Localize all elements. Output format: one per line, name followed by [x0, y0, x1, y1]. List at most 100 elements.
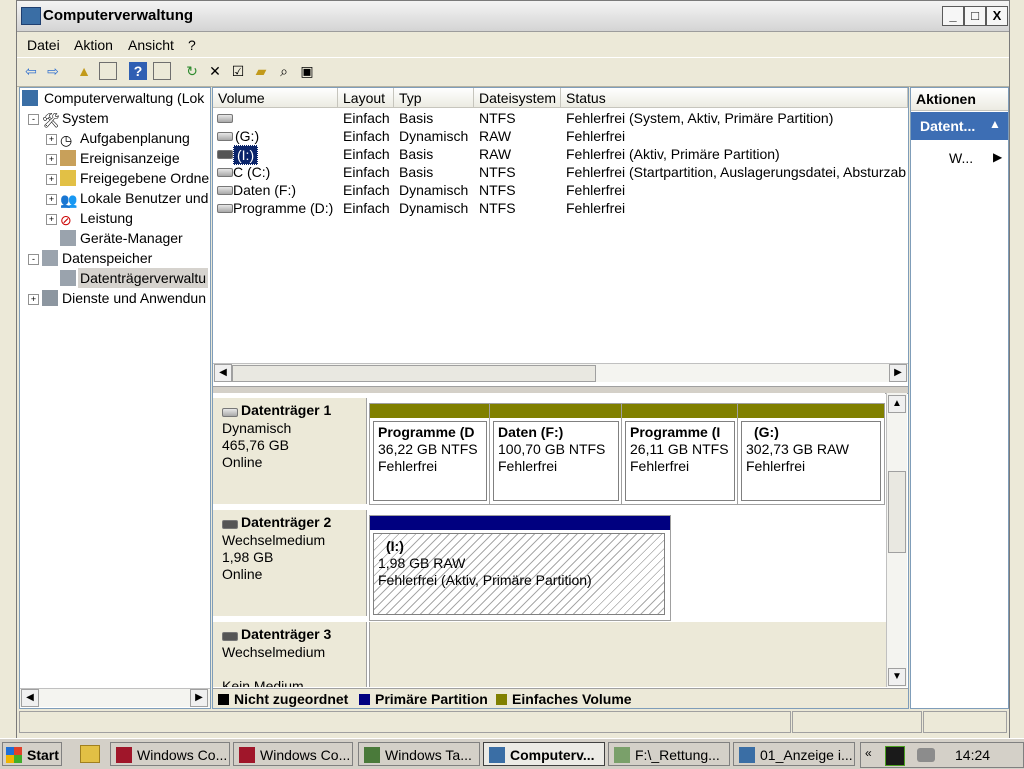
scroll-down-icon[interactable]: ▼ [888, 668, 906, 686]
cell-typ: Basis [399, 146, 434, 162]
title-bar[interactable]: Computerverwaltung _ □ X [17, 1, 1009, 32]
maximize-button[interactable]: □ [964, 6, 986, 26]
menu-ansicht[interactable]: Ansicht [128, 37, 174, 53]
expand-icon[interactable]: + [46, 194, 57, 205]
cell-volume: C (C:) [233, 164, 271, 180]
refresh-icon[interactable]: ↻ [183, 62, 201, 80]
disk-3-label[interactable]: Datenträger 3 Wechselmedium Kein Medium [213, 622, 367, 687]
menu-aktion[interactable]: Aktion [74, 37, 113, 53]
partition-body-selected: (I:) 1,98 GB RAW Fehlerfrei (Aktiv, Prim… [373, 533, 665, 615]
clock[interactable]: 14:24 [955, 747, 990, 763]
up-folder-icon[interactable]: ▲ [75, 62, 93, 80]
back-arrow-icon[interactable]: ⇦ [22, 62, 40, 80]
expand-icon[interactable]: + [46, 134, 57, 145]
task-anzeige[interactable]: 01_Anzeige i... [733, 742, 855, 766]
computer-icon [22, 90, 38, 106]
collapse-icon[interactable]: - [28, 114, 39, 125]
view-icon[interactable] [153, 62, 171, 80]
table-row[interactable]: Einfach Basis NTFS Fehlerfrei (System, A… [213, 109, 908, 127]
cell-status: Fehlerfrei (System, Aktiv, Primäre Parti… [566, 110, 834, 126]
tree-item-geraete-manager[interactable]: Geräte-Manager [22, 228, 208, 248]
settings-icon[interactable]: ▣ [298, 62, 316, 80]
column-typ[interactable]: Typ [394, 88, 474, 108]
tray-expand-icon[interactable]: « [865, 746, 872, 760]
app-icon [116, 747, 132, 763]
partition-g[interactable]: (G:) 302,73 GB RAW Fehlerfrei [737, 403, 885, 505]
properties-icon[interactable]: ☑ [229, 62, 247, 80]
column-dateisystem[interactable]: Dateisystem [474, 88, 561, 108]
disk-view-vertical-scrollbar[interactable]: ▲ ▼ [886, 393, 907, 687]
tree-item-lokale-benutzer[interactable]: + 👥 Lokale Benutzer und [22, 188, 208, 208]
minimize-button[interactable]: _ [942, 6, 964, 26]
column-status[interactable]: Status [561, 88, 908, 108]
show-hide-tree-icon[interactable] [99, 62, 117, 80]
task-computerverwaltung[interactable]: Computerv... [483, 742, 605, 766]
disk-2-label[interactable]: Datenträger 2 Wechselmedium 1,98 GB Onli… [213, 510, 367, 616]
scroll-right-icon[interactable]: ▶ [889, 364, 907, 382]
task-windows-co-2[interactable]: Windows Co... [233, 742, 353, 766]
column-volume[interactable]: Volume [213, 88, 338, 108]
cell-typ: Dynamisch [399, 128, 469, 144]
search-icon[interactable]: ⌕ [275, 62, 293, 80]
tray-app-icon[interactable] [885, 746, 905, 766]
tree-item-aufgabenplanung[interactable]: + ◷ Aufgabenplanung [22, 128, 208, 148]
disk-layout-view: Datenträger 1 Dynamisch 465,76 GB Online… [213, 393, 886, 687]
tree-item-datenspeicher[interactable]: - Datenspeicher [22, 248, 208, 268]
collapse-arrow-icon[interactable]: ▲ [989, 117, 1001, 131]
actions-section-header[interactable]: Datent... ▲ [911, 112, 1008, 140]
scroll-left-icon[interactable]: ◀ [21, 689, 39, 707]
help-icon[interactable]: ? [129, 62, 147, 80]
quick-launch-folder-icon[interactable] [80, 745, 100, 763]
disk-1-label[interactable]: Datenträger 1 Dynamisch 465,76 GB Online [213, 398, 367, 504]
cell-typ: Dynamisch [399, 182, 469, 198]
scroll-right-icon[interactable]: ▶ [190, 689, 208, 707]
task-rettung[interactable]: F:\_Rettung... [608, 742, 730, 766]
tree-item-leistung[interactable]: + ⊘ Leistung [22, 208, 208, 228]
close-button[interactable]: X [986, 6, 1008, 26]
scroll-up-icon[interactable]: ▲ [888, 395, 906, 413]
forward-arrow-icon[interactable]: ⇨ [44, 62, 62, 80]
scroll-thumb[interactable] [888, 471, 906, 553]
open-folder-icon[interactable]: ▰ [252, 62, 270, 80]
volume-list-horizontal-scrollbar[interactable]: ◀ ▶ [213, 363, 908, 382]
tree-item-system[interactable]: - 🛠 System [22, 108, 208, 128]
column-layout[interactable]: Layout [338, 88, 394, 108]
expand-icon[interactable]: + [46, 174, 57, 185]
toolbar: ⇦ ⇨ ▲ ? ↻ ✕ ☑ ▰ ⌕ ▣ [17, 57, 1009, 87]
table-row[interactable]: C (C:) Einfach Basis NTFS Fehlerfrei (St… [213, 163, 908, 181]
partition-i[interactable]: (I:) 1,98 GB RAW Fehlerfrei (Aktiv, Prim… [369, 515, 671, 621]
partition-body: Programme (I 26,11 GB NTFS Fehlerfrei [625, 421, 735, 501]
actions-header: Aktionen [911, 88, 1008, 111]
expand-icon[interactable]: + [46, 214, 57, 225]
table-row[interactable]: (G:) Einfach Dynamisch RAW Fehlerfrei [213, 127, 908, 145]
expand-icon[interactable]: + [28, 294, 39, 305]
partition-daten-f[interactable]: Daten (F:) 100,70 GB NTFS Fehlerfrei [489, 403, 623, 505]
tree-item-freigegebene-ordner[interactable]: + Freigegebene Ordne [22, 168, 209, 188]
clock-icon: ◷ [60, 132, 73, 148]
expand-icon[interactable]: + [46, 154, 57, 165]
collapse-icon[interactable]: - [28, 254, 39, 265]
tree-horizontal-scrollbar[interactable]: ◀ ▶ [20, 688, 210, 707]
start-button[interactable]: Start [2, 742, 62, 766]
task-windows-ta[interactable]: Windows Ta... [358, 742, 480, 766]
disk-type: Wechselmedium [222, 532, 326, 548]
delete-icon[interactable]: ✕ [206, 62, 224, 80]
tree-item-datentraegerverwaltung[interactable]: Datenträgerverwaltu [22, 268, 209, 288]
table-row[interactable]: (I:) Einfach Basis RAW Fehlerfrei (Aktiv… [213, 145, 908, 165]
safely-remove-hardware-icon[interactable] [917, 748, 935, 762]
tree-item-dienste[interactable]: + Dienste und Anwendun [22, 288, 208, 308]
table-row[interactable]: Daten (F:) Einfach Dynamisch NTFS Fehler… [213, 181, 908, 199]
partition-body: Daten (F:) 100,70 GB NTFS Fehlerfrei [493, 421, 619, 501]
computer-management-icon [489, 747, 505, 763]
task-windows-co-1[interactable]: Windows Co... [110, 742, 230, 766]
partition-programme-i[interactable]: Programme (I 26,11 GB NTFS Fehlerfrei [621, 403, 739, 505]
menu-help[interactable]: ? [188, 37, 196, 53]
tree-item-ereignisanzeige[interactable]: + Ereignisanzeige [22, 148, 208, 168]
scroll-thumb[interactable] [232, 365, 596, 382]
status-panel-3 [923, 711, 1007, 733]
actions-more-item[interactable]: W... ▶ [911, 146, 1008, 170]
table-row[interactable]: Programme (D:) Einfach Dynamisch NTFS Fe… [213, 199, 908, 217]
menu-datei[interactable]: Datei [27, 37, 60, 53]
partition-programme-d[interactable]: Programme (D 36,22 GB NTFS Fehlerfrei [369, 403, 491, 505]
scroll-left-icon[interactable]: ◀ [214, 364, 232, 382]
